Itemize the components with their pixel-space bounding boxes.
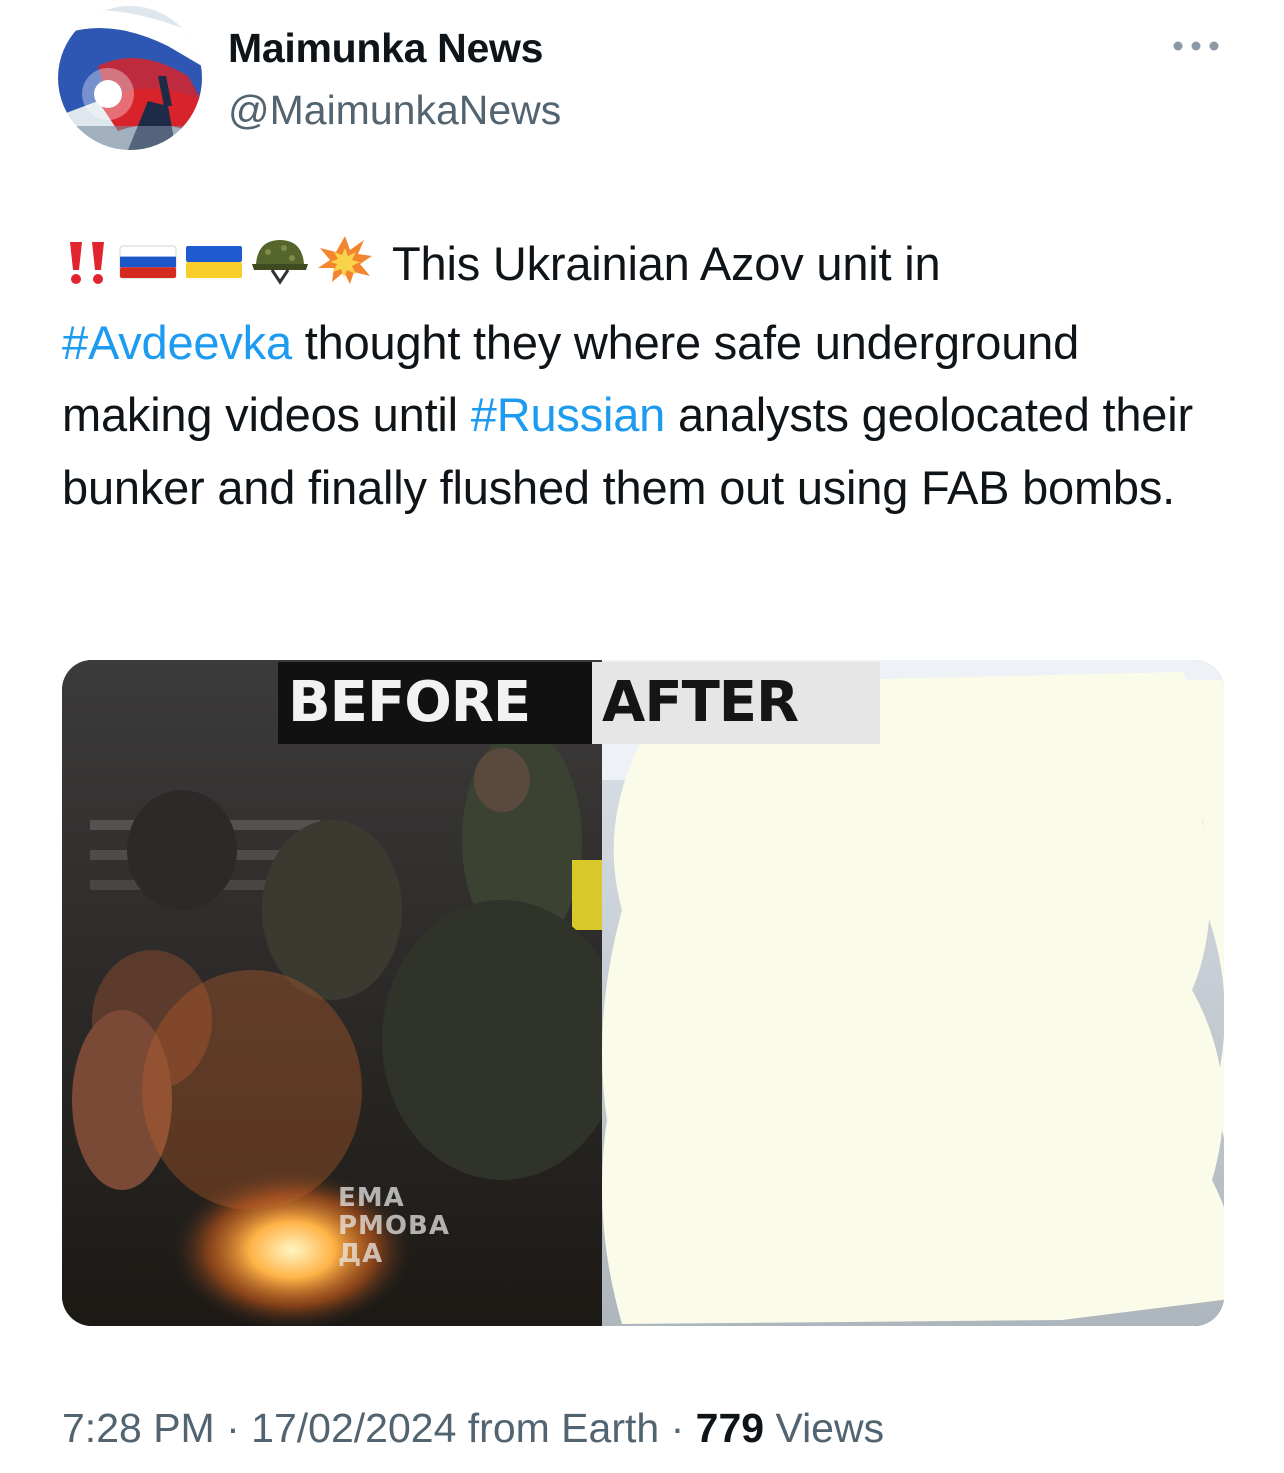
views-count[interactable]: 779 bbox=[696, 1405, 764, 1451]
tweet-source: from Earth bbox=[467, 1405, 660, 1451]
tweet-date[interactable]: 17/02/2024 bbox=[251, 1405, 456, 1451]
author-handle[interactable]: @MaimunkaNews bbox=[228, 84, 561, 136]
hashtag-avdeevka[interactable]: #Avdeevka bbox=[62, 316, 292, 369]
double-exclamation-emoji bbox=[62, 234, 112, 307]
collision-emoji bbox=[316, 234, 374, 307]
military-helmet-emoji bbox=[250, 234, 310, 307]
avatar-image bbox=[58, 6, 202, 150]
watermark-line-3: ДА bbox=[338, 1239, 384, 1269]
tweet-meta: 7:28 PM · 17/02/2024 from Earth · 779 Vi… bbox=[62, 1400, 884, 1456]
tweet-text: This Ukrainian Azov unit in #Avdeevka th… bbox=[62, 228, 1232, 524]
watermark-line-2: РМОВА bbox=[338, 1211, 450, 1241]
tweet-media-image[interactable] bbox=[62, 660, 1224, 1326]
avatar[interactable] bbox=[58, 6, 202, 150]
ukraine-flag-emoji bbox=[184, 234, 244, 307]
watermark-line-1: ЕМА bbox=[338, 1183, 405, 1213]
before-label: BEFORE bbox=[278, 662, 594, 744]
after-label: AFTER bbox=[592, 662, 880, 744]
more-options-button[interactable] bbox=[1168, 30, 1224, 62]
author-display-name[interactable]: Maimunka News bbox=[228, 22, 543, 74]
before-after-photo bbox=[62, 660, 1224, 1326]
meta-separator: · bbox=[226, 1405, 240, 1451]
more-horizontal-icon bbox=[1173, 41, 1219, 51]
video-watermark: ЕМА РМОВА ДА bbox=[338, 1184, 450, 1268]
russia-flag-emoji bbox=[118, 234, 178, 307]
views-label: Views bbox=[775, 1405, 885, 1451]
tweet-time[interactable]: 7:28 PM bbox=[62, 1405, 215, 1451]
tweet-text-part-1: This Ukrainian Azov unit in bbox=[392, 237, 941, 290]
hashtag-russian[interactable]: #Russian bbox=[471, 388, 666, 441]
meta-separator: · bbox=[670, 1405, 685, 1451]
